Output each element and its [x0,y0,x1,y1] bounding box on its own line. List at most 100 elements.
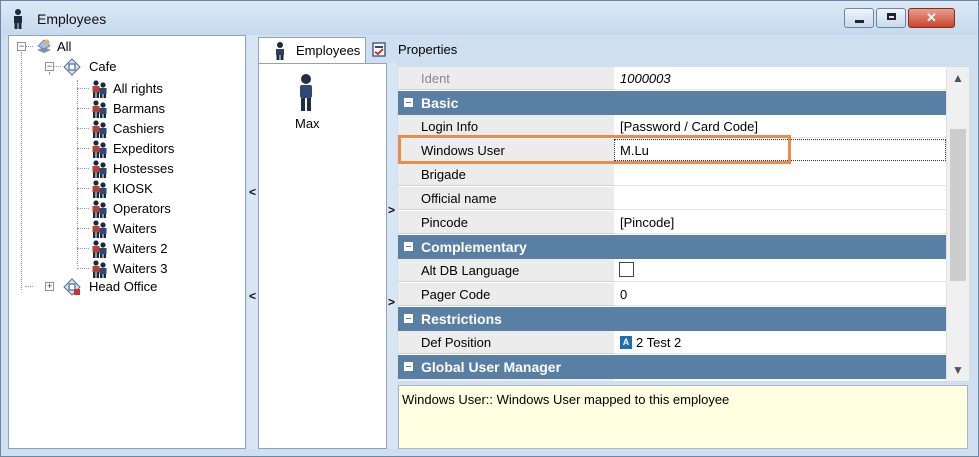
collapse-section-icon[interactable] [404,314,413,323]
employee-item-label[interactable]: Max [295,116,320,131]
employee-group-icon [92,140,107,158]
tree-node-head-office[interactable]: Head Office [89,279,157,294]
tree-node-cafe[interactable]: Cafe [89,59,116,74]
employee-group-icon [92,120,107,138]
property-row-brigade[interactable]: Brigade [398,163,946,187]
property-name: Ident [421,71,450,86]
property-row-def-position[interactable]: Def Position A 2 Test 2 [398,331,946,355]
tree-node-group[interactable]: Waiters 3 [113,261,167,276]
tree-connector [77,128,89,129]
property-value: [Pincode] [620,215,675,230]
windows-user-highlight [398,135,791,164]
collapse-left-arrow-icon[interactable]: < [249,185,256,199]
maximize-icon [887,13,896,20]
tree-node-all[interactable]: All [57,39,71,54]
tree-connector [77,188,89,189]
tab-properties[interactable]: Properties [368,37,478,63]
maximize-button[interactable] [876,8,906,28]
list-splitter[interactable]: > > [387,63,397,449]
collapse-all-toggle[interactable]: − [17,42,26,51]
tree-node-group[interactable]: Operators [113,201,171,216]
tree-connector [49,72,50,74]
tree-connector [77,168,89,169]
scrollbar-thumb[interactable] [950,129,966,281]
restaurant-icon [63,278,81,296]
section-global-user-manager[interactable]: Global User Manager [398,355,946,379]
property-grid-scrollbar[interactable]: ▲ ▼ [946,67,969,381]
property-description-text: Windows User:: Windows User mapped to th… [402,392,730,407]
collapse-section-icon[interactable] [404,362,413,371]
property-name: Pager Code [421,287,491,302]
title-bar[interactable]: Employees ✕ [1,1,978,35]
property-value: 1000003 [620,71,671,86]
collapse-right-arrow-icon[interactable]: > [388,203,395,217]
window-title: Employees [37,11,107,27]
property-name: Pincode [421,215,468,230]
property-value: 2 Test 2 [636,335,682,350]
tree-connector [77,268,89,269]
tree-connector [77,228,89,229]
employee-group-icon [92,260,107,278]
scroll-up-icon[interactable]: ▲ [947,71,969,85]
employee-icon [300,74,312,111]
collapse-left-arrow-icon[interactable]: < [249,289,256,303]
tab-employees[interactable]: Employees [258,37,366,63]
tab-employees-label: Employees [296,43,361,58]
expand-head-office-toggle[interactable]: + [45,282,54,291]
tree-node-group[interactable]: Expeditors [113,141,174,156]
property-row-partial [398,379,946,381]
tree-node-group[interactable]: Cashiers [113,121,164,136]
close-button[interactable]: ✕ [908,8,955,28]
tree-connector [77,148,89,149]
tree-node-group[interactable]: Waiters 2 [113,241,167,256]
employee-list[interactable]: Max [258,63,387,449]
tree-connector [53,66,61,67]
tree-node-group[interactable]: Barmans [113,101,165,116]
section-title: Restrictions [421,311,502,327]
collapse-right-arrow-icon[interactable]: > [388,295,395,309]
employee-group-icon [92,180,107,198]
tree-connector [25,286,33,287]
tree-connector [25,46,33,47]
employee-icon [14,9,22,29]
property-row-alt-db-language[interactable]: Alt DB Language [398,259,946,283]
property-grid[interactable]: Ident 1000003 Basic Login Info [Password… [398,67,946,381]
property-name: Alt DB Language [421,263,520,278]
property-name: Login Info [421,119,479,134]
tab-strip: Employees Properties [258,37,978,63]
property-description: Windows User:: Windows User mapped to th… [398,385,968,449]
employee-group-icon [92,220,107,238]
section-title: Global User Manager [421,359,562,375]
tree-connector [21,52,22,290]
employee-group-icon [92,200,107,218]
property-name: Brigade [421,167,466,182]
properties-icon [372,42,386,57]
collapse-cafe-toggle[interactable]: − [45,62,54,71]
alt-db-language-checkbox[interactable] [619,262,634,277]
property-row-pager-code[interactable]: Pager Code 0 [398,283,946,307]
section-basic[interactable]: Basic [398,91,946,115]
minimize-button[interactable] [844,8,874,28]
employee-group-icon [92,240,107,258]
property-name: Official name [421,191,497,206]
tab-properties-label: Properties [398,42,458,57]
collapse-section-icon[interactable] [404,242,413,251]
tree-node-group[interactable]: KIOSK [113,181,153,196]
property-name: Def Position [421,335,492,350]
group-tree[interactable]: − All − Cafe All rights Barmans Cashiers Ex… [8,35,246,449]
section-restrictions[interactable]: Restrictions [398,307,946,331]
all-groups-icon [37,39,51,53]
property-row-pincode[interactable]: Pincode [Pincode] [398,211,946,235]
tree-node-group[interactable]: Hostesses [113,161,174,176]
employee-group-icon [92,80,107,98]
employee-icon [276,42,284,60]
tree-node-group[interactable]: All rights [113,81,163,96]
section-complementary[interactable]: Complementary [398,235,946,259]
property-row-official-name[interactable]: Official name [398,187,946,211]
tree-node-group[interactable]: Waiters [113,221,157,236]
collapse-section-icon[interactable] [404,98,413,107]
property-row-ident[interactable]: Ident 1000003 [398,67,946,91]
section-title: Complementary [421,239,527,255]
scroll-down-icon[interactable]: ▼ [947,363,969,377]
employee-group-icon [92,160,107,178]
